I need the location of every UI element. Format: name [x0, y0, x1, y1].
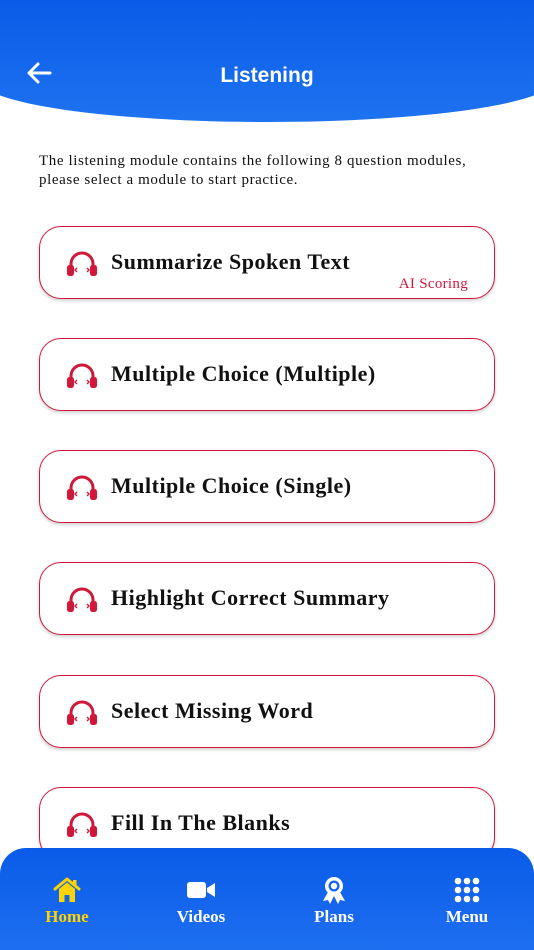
module-label: Highlight Correct Summary: [111, 585, 390, 610]
module-multiple-choice-multiple[interactable]: Multiple Choice (Multiple): [39, 338, 495, 411]
home-icon: [52, 876, 82, 904]
headphones-icon: [67, 251, 97, 276]
tab-label: Menu: [445, 907, 489, 926]
tab-plans[interactable]: Plans: [267, 848, 401, 950]
intro-text: The listening module contains the follow…: [39, 153, 467, 188]
module-summarize-spoken-text[interactable]: Summarize Spoken Text AI Scoring: [39, 226, 495, 299]
headphones-icon: [67, 587, 97, 612]
ai-scoring-badge: AI Scoring: [398, 276, 468, 292]
module-multiple-choice-single[interactable]: Multiple Choice (Single): [39, 450, 495, 523]
tab-label: Videos: [176, 907, 226, 926]
headphones-icon: [67, 700, 97, 725]
module-highlight-correct-summary[interactable]: Highlight Correct Summary: [39, 562, 495, 635]
headphones-icon: [67, 363, 97, 388]
headphones-icon: [67, 812, 97, 837]
module-select-missing-word[interactable]: Select Missing Word: [39, 675, 495, 748]
video-camera-icon: [186, 876, 216, 904]
tab-menu[interactable]: Menu: [400, 848, 534, 950]
header-bar: [0, 0, 534, 122]
headphones-icon: [67, 475, 97, 500]
module-label: Multiple Choice (Single): [111, 473, 352, 498]
tab-label: Home: [45, 907, 89, 926]
module-label: Fill In The Blanks: [111, 810, 291, 835]
tab-label: Plans: [314, 907, 354, 926]
award-ribbon-icon: [319, 876, 349, 904]
module-label: Multiple Choice (Multiple): [111, 361, 376, 386]
page-title: Listening: [220, 64, 314, 87]
grid-menu-icon: [452, 876, 482, 904]
module-label: Select Missing Word: [111, 698, 314, 723]
tab-home[interactable]: Home: [0, 848, 134, 950]
tab-videos[interactable]: Videos: [134, 848, 268, 950]
bottom-tab-bar: Home Videos Plans Menu: [0, 848, 534, 950]
module-label: Summarize Spoken Text: [111, 249, 351, 274]
